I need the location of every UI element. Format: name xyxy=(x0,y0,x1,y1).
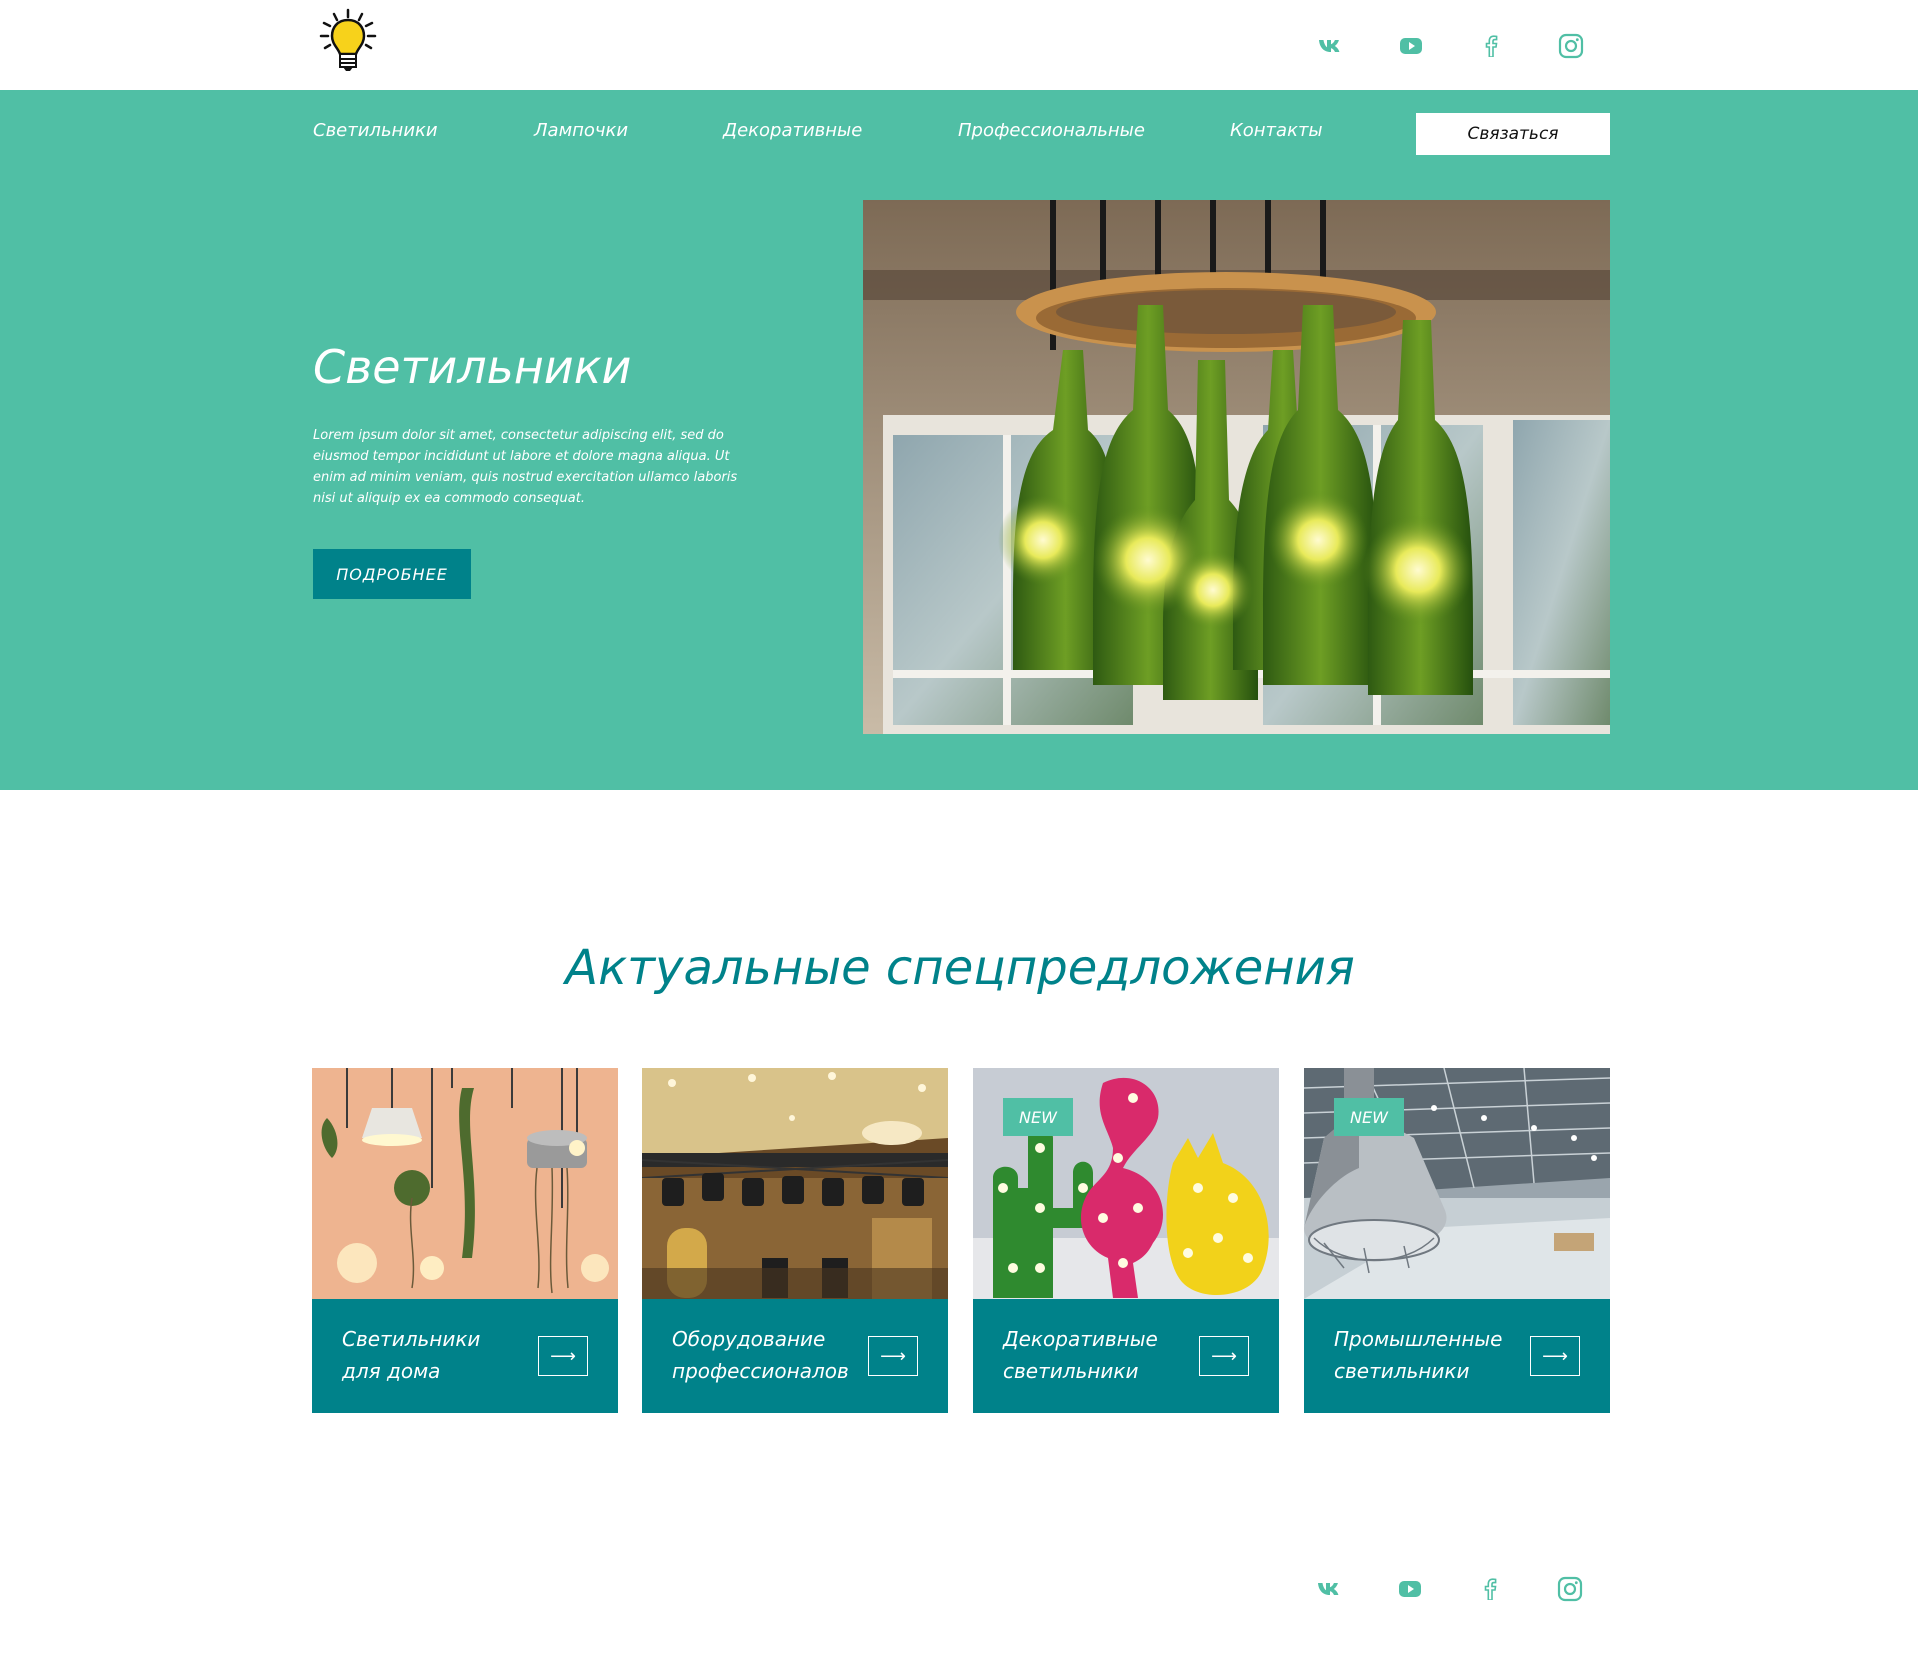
card-image-industrial-lights: NEW xyxy=(1304,1068,1610,1299)
card-footer: Светильники для дома ⟶ xyxy=(312,1299,618,1413)
contact-button[interactable]: Связаться xyxy=(1416,113,1610,155)
card-footer: Оборудование профессионалов ⟶ xyxy=(642,1299,948,1413)
header-social-links xyxy=(1316,31,1586,61)
offer-card-industrial-lights[interactable]: NEW Промышленные светильники ⟶ xyxy=(1304,1068,1610,1413)
card-footer: Промышленные светильники ⟶ xyxy=(1304,1299,1610,1413)
site-header xyxy=(0,0,1920,90)
hero-section: Светильники Лампочки Декоративные Профес… xyxy=(0,90,1918,790)
card-title: Оборудование профессионалов xyxy=(672,1327,849,1383)
card-title: Промышленные светильники xyxy=(1334,1327,1503,1383)
offer-card-pro-equipment[interactable]: Оборудование профессионалов ⟶ xyxy=(642,1068,948,1413)
hero-title: Светильники xyxy=(313,340,632,394)
arrow-right-icon[interactable]: ⟶ xyxy=(868,1336,918,1376)
offers-title: Актуальные спецпредложения xyxy=(565,940,1355,996)
arrow-right-icon[interactable]: ⟶ xyxy=(1530,1336,1580,1376)
youtube-icon[interactable] xyxy=(1396,31,1426,61)
offer-card-home-lights[interactable]: Светильники для дома ⟶ xyxy=(312,1068,618,1413)
nav-item-dekorativnye[interactable]: Декоративные xyxy=(723,120,862,141)
card-title: Светильники для дома xyxy=(342,1327,481,1383)
new-badge: NEW xyxy=(1003,1098,1073,1136)
vk-icon[interactable] xyxy=(1315,1574,1345,1604)
offers-cards: Светильники для дома ⟶ Оборудование проф… xyxy=(312,1068,1610,1413)
nav-item-professionalnye[interactable]: Профессиональные xyxy=(958,120,1145,141)
nav-item-kontakty[interactable]: Контакты xyxy=(1230,120,1323,141)
card-image-home-lights xyxy=(312,1068,618,1299)
card-footer: Декоративные светильники ⟶ xyxy=(973,1299,1279,1413)
nav-item-lampochki[interactable]: Лампочки xyxy=(534,120,628,141)
more-button[interactable]: ПОДРОБНЕЕ xyxy=(313,549,471,599)
hero-chandelier-image xyxy=(863,200,1610,734)
new-badge: NEW xyxy=(1334,1098,1404,1136)
instagram-icon[interactable] xyxy=(1555,1574,1585,1604)
lightbulb-icon[interactable] xyxy=(318,8,378,74)
facebook-icon[interactable] xyxy=(1475,1574,1505,1604)
youtube-icon[interactable] xyxy=(1395,1574,1425,1604)
main-nav: Светильники Лампочки Декоративные Профес… xyxy=(313,113,1610,155)
offer-card-decorative-lights[interactable]: NEW Декоративные светильники ⟶ xyxy=(973,1068,1279,1413)
footer-social-links xyxy=(1315,1574,1585,1604)
card-image-pro-equipment xyxy=(642,1068,948,1299)
facebook-icon[interactable] xyxy=(1476,31,1506,61)
nav-item-svetilniki[interactable]: Светильники xyxy=(313,120,438,141)
card-title: Декоративные светильники xyxy=(1003,1327,1158,1383)
arrow-right-icon[interactable]: ⟶ xyxy=(538,1336,588,1376)
instagram-icon[interactable] xyxy=(1556,31,1586,61)
arrow-right-icon[interactable]: ⟶ xyxy=(1199,1336,1249,1376)
hero-description: Lorem ipsum dolor sit amet, consectetur … xyxy=(313,428,738,506)
vk-icon[interactable] xyxy=(1316,31,1346,61)
card-image-decorative-lights: NEW xyxy=(973,1068,1279,1299)
